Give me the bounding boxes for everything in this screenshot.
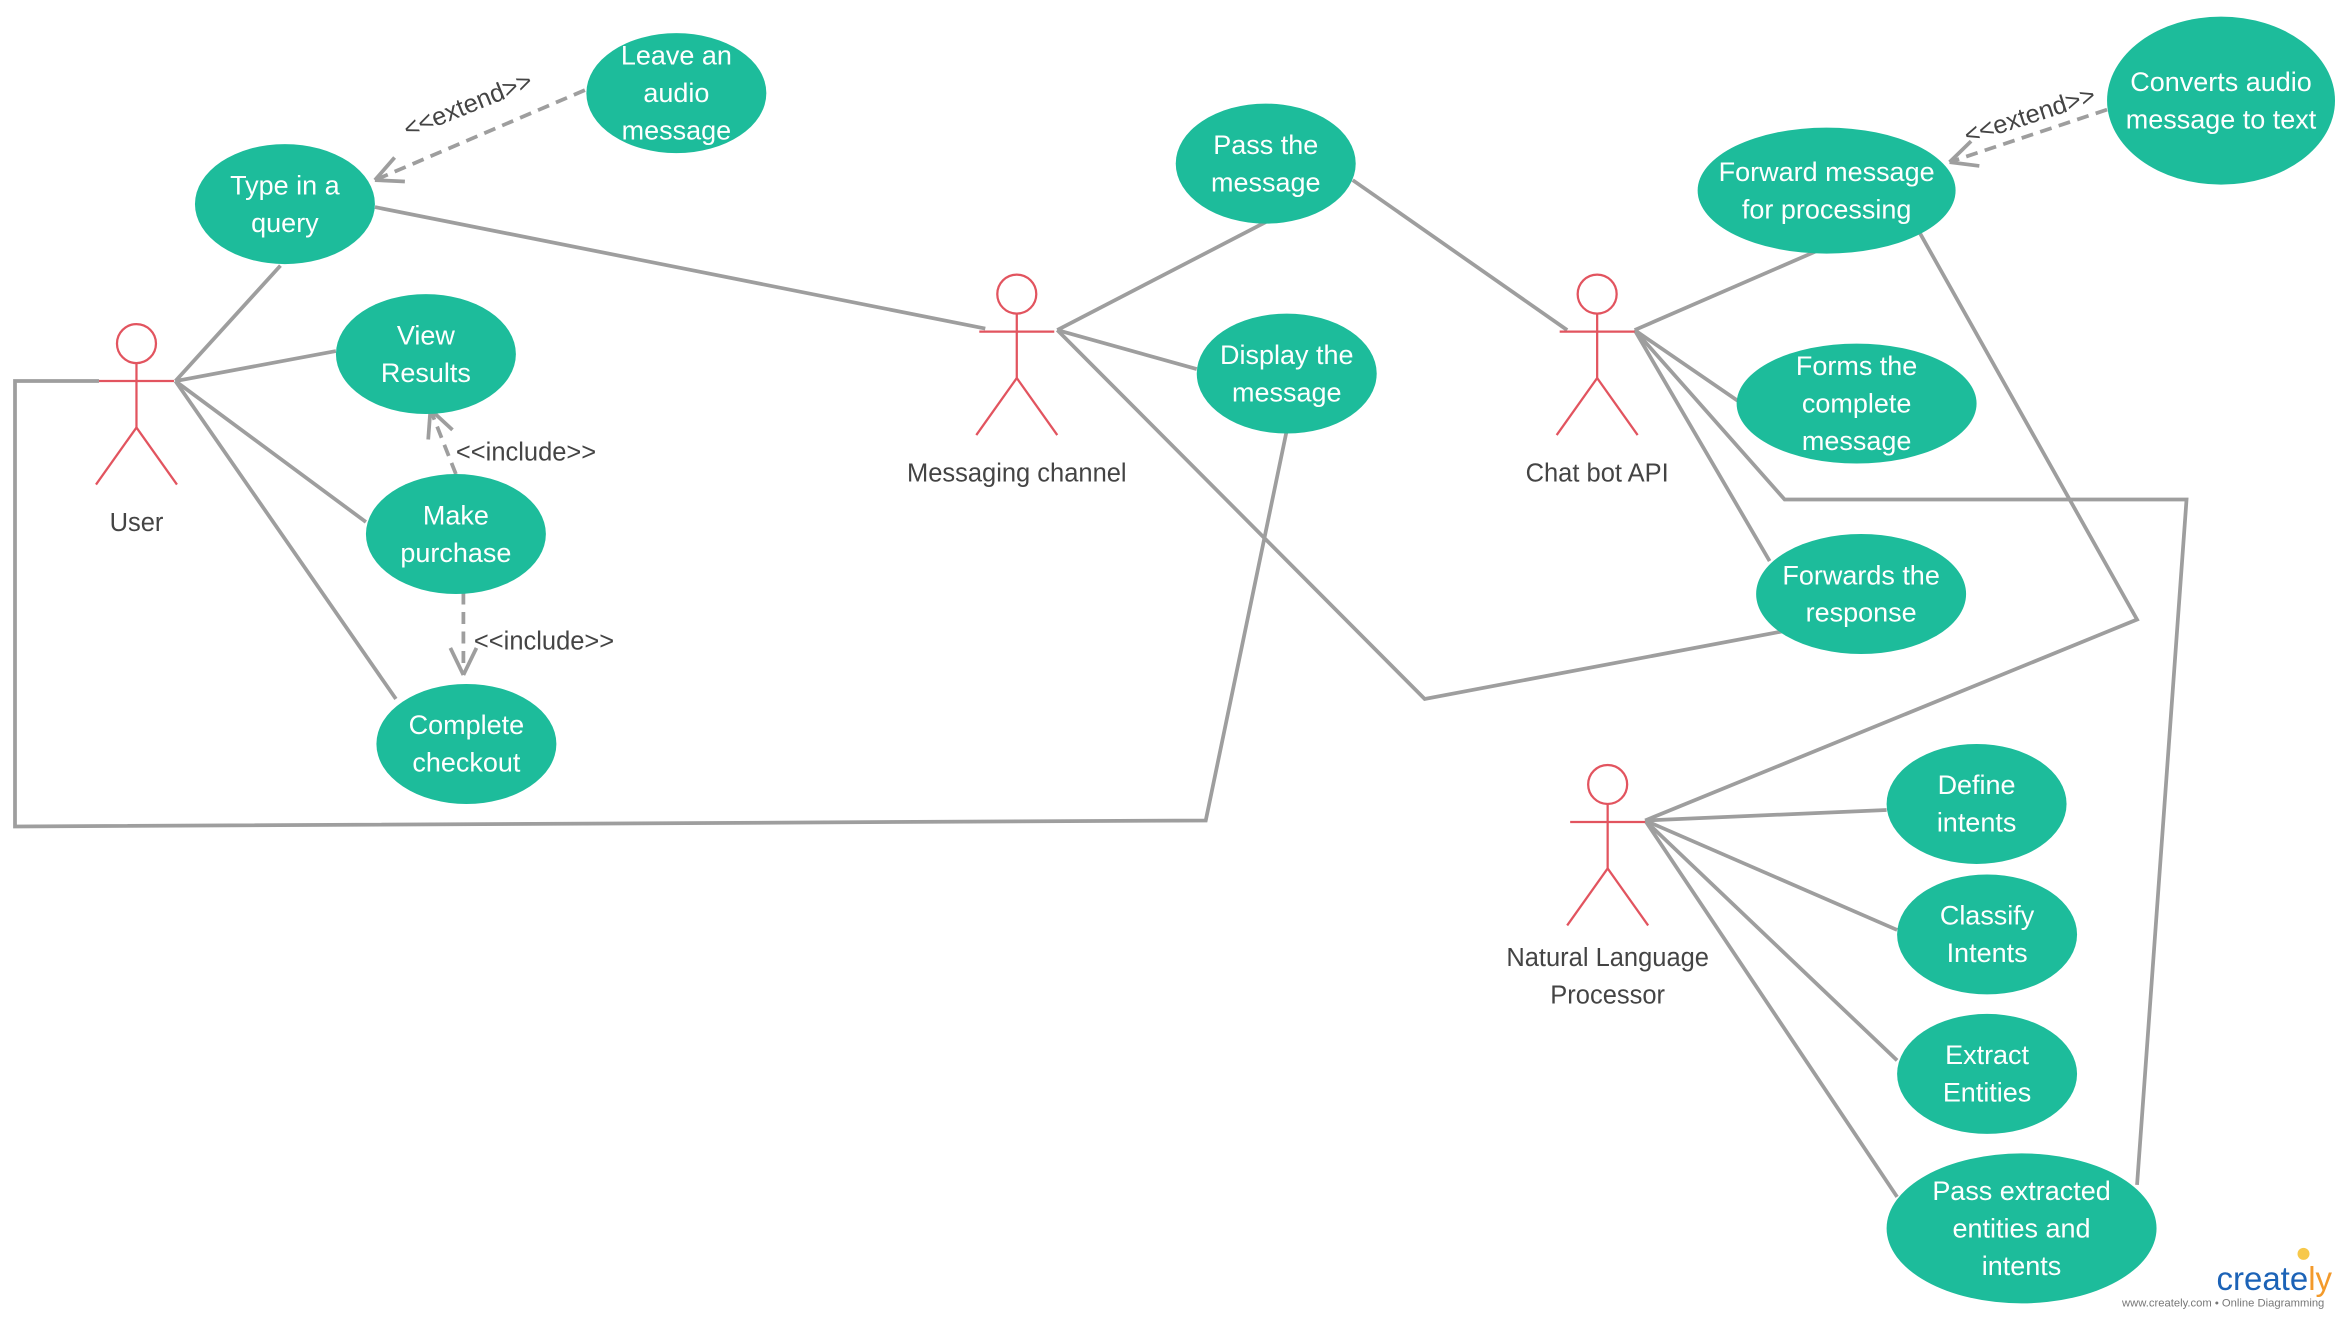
- arrowhead: [1949, 160, 1980, 168]
- extend-label-1: <<extend>>: [400, 67, 537, 144]
- usecase-label: Forms the: [1796, 351, 1917, 381]
- usecase-label: Results: [381, 358, 471, 388]
- use-case-diagram: User Messaging channel Chat bot API Natural…: [13, 16, 2336, 1309]
- actor-label: Chat bot API: [1526, 460, 1669, 488]
- actor-chatbot[interactable]: Chat bot API: [1526, 273, 1669, 488]
- association-line: [173, 379, 398, 701]
- usecase-label: Entities: [1943, 1078, 2032, 1108]
- arrowhead: [448, 647, 466, 676]
- usecase-label: Pass the: [1213, 130, 1318, 160]
- usecase-label: message: [1211, 167, 1320, 197]
- actors: User Messaging channel Chat bot API Natural…: [95, 273, 1709, 1009]
- actor-nlp[interactable]: Natural Language Processor: [1506, 763, 1709, 1009]
- usecase-label: purchase: [400, 538, 511, 568]
- usecase-forwards-response[interactable]: Forwards the response: [1756, 534, 1967, 655]
- use-cases: Leave an audio message Type in a query View Re…: [194, 16, 2336, 1304]
- actor-label: Natural Language: [1506, 944, 1709, 972]
- usecase-label: Leave an: [621, 41, 732, 71]
- association-line: [13, 379, 1289, 829]
- usecase-label: intents: [1982, 1251, 2062, 1281]
- arrowhead: [426, 409, 433, 440]
- association-line: [1633, 329, 1772, 562]
- actor-label: Processor: [1550, 981, 1665, 1009]
- usecase-label: checkout: [412, 748, 521, 778]
- actor-label: Messaging channel: [907, 460, 1127, 488]
- usecase-make-purchase[interactable]: Make purchase: [365, 474, 546, 595]
- svg-text:www.creately.com • Online Diag: www.creately.com • Online Diagramming: [2121, 1297, 2324, 1309]
- usecase-label: Converts audio: [2130, 67, 2312, 97]
- association-line: [1645, 808, 1887, 823]
- usecase-label: message to text: [2126, 104, 2317, 134]
- association-line: [1644, 231, 2140, 823]
- include-label-1: <<include>>: [456, 439, 596, 467]
- usecase-label: Forward message: [1719, 157, 1935, 187]
- arrowhead: [374, 178, 405, 184]
- usecase-classify-intents[interactable]: Classify Intents: [1897, 874, 2078, 995]
- usecase-label: Complete: [409, 710, 525, 740]
- usecase-pass-message[interactable]: Pass the message: [1175, 103, 1356, 224]
- usecase-label: message: [622, 116, 732, 146]
- usecase-label: audio: [643, 78, 709, 108]
- include-label-2: <<include>>: [474, 628, 614, 656]
- associations: [13, 178, 2189, 1198]
- usecase-type-query[interactable]: Type in a query: [194, 144, 375, 265]
- usecase-label: message: [1232, 377, 1342, 407]
- actor-messaging[interactable]: Messaging channel: [907, 273, 1127, 488]
- usecase-label: intents: [1937, 808, 2017, 838]
- usecase-label: Classify: [1940, 901, 2035, 931]
- creately-logo: creately www.creately.com • Online Diagr…: [2121, 1247, 2333, 1309]
- usecase-display-message[interactable]: Display the message: [1196, 313, 1377, 434]
- usecase-label: Define: [1938, 770, 2016, 800]
- usecase-label: query: [251, 208, 319, 238]
- usecase-label: Type in a: [230, 170, 340, 200]
- usecase-label: complete: [1802, 389, 1912, 419]
- usecase-label: Display the: [1220, 340, 1354, 370]
- usecase-label: response: [1806, 598, 1917, 628]
- association-line: [1633, 248, 1819, 332]
- association-line: [1056, 220, 1267, 332]
- usecase-label: View: [397, 320, 456, 350]
- usecase-define-intents[interactable]: Define intents: [1886, 743, 2067, 864]
- association-line: [1643, 819, 1899, 1062]
- usecase-label: Intents: [1947, 938, 2028, 968]
- usecase-label: Make: [423, 500, 489, 530]
- usecase-label: entities and: [1953, 1213, 2091, 1243]
- usecase-extract-entities[interactable]: Extract Entities: [1897, 1013, 2078, 1134]
- association-line: [1055, 328, 1782, 702]
- usecase-forms-message[interactable]: Forms the complete message: [1736, 343, 1977, 464]
- usecase-label: for processing: [1742, 194, 1911, 224]
- usecase-leave-audio[interactable]: Leave an audio message: [586, 33, 767, 154]
- usecase-complete-checkout[interactable]: Complete checkout: [376, 683, 557, 804]
- usecase-label: Extract: [1945, 1040, 2029, 1070]
- usecase-forward-message[interactable]: Forward message for processing: [1697, 127, 1956, 254]
- usecase-label: message: [1802, 426, 1912, 456]
- usecase-view-results[interactable]: View Results: [335, 294, 516, 415]
- actor-user[interactable]: User: [95, 322, 178, 537]
- extend-label-2: <<extend>>: [1961, 81, 2099, 150]
- usecase-label: Forwards the: [1782, 560, 1939, 590]
- svg-text:creately: creately: [2217, 1260, 2333, 1297]
- association-line: [174, 379, 368, 524]
- association-line: [1351, 178, 1569, 332]
- usecase-label: Pass extracted: [1932, 1176, 2110, 1206]
- actor-label: User: [110, 509, 164, 537]
- usecase-pass-extracted[interactable]: Pass extracted entities and intents: [1886, 1153, 2157, 1304]
- usecase-converts-audio[interactable]: Converts audio message to text: [2107, 16, 2336, 185]
